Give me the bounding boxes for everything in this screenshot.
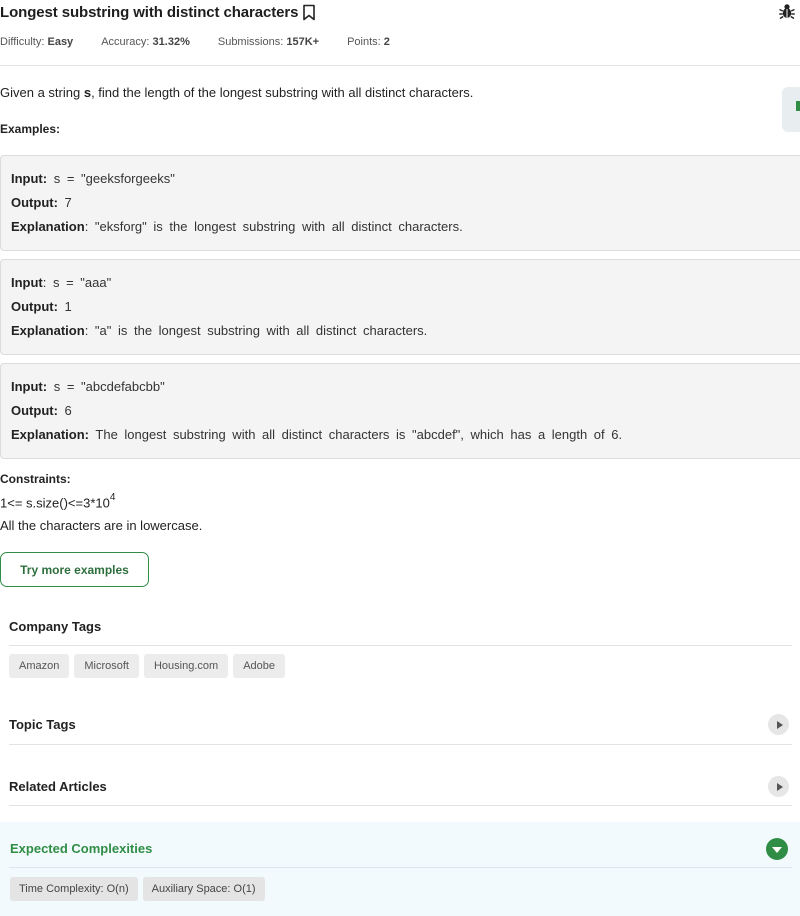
chevron-right-icon xyxy=(776,782,783,791)
bookmark-icon[interactable] xyxy=(302,4,316,21)
related-articles-heading[interactable]: Related Articles xyxy=(9,779,107,794)
chevron-right-icon xyxy=(776,720,783,729)
problem-meta: Difficulty: Easy Accuracy: 31.32% Submis… xyxy=(0,36,418,48)
topic-tags-expand-icon[interactable] xyxy=(768,714,789,735)
related-articles-expand-icon[interactable] xyxy=(768,776,789,797)
company-tag[interactable]: Microsoft xyxy=(74,654,139,678)
divider xyxy=(9,805,792,806)
example-box: Input: s = "aaa" Output: 1 Explanation: … xyxy=(0,259,800,355)
expected-complexities-panel: Expected Complexities Time Complexity: O… xyxy=(0,822,800,916)
title-row: Longest substring with distinct characte… xyxy=(0,0,316,24)
points-meta: Points: 2 xyxy=(347,36,390,48)
example-input: Input: s = "geeksforgeeks" xyxy=(11,171,175,186)
example-output: Output: 1 xyxy=(11,299,72,314)
bug-icon[interactable] xyxy=(778,2,796,20)
example-box: Input: s = "abcdefabcbb" Output: 6 Expla… xyxy=(0,363,800,459)
company-tags-list: Amazon Microsoft Housing.com Adobe xyxy=(9,654,290,678)
constraints-heading: Constraints: xyxy=(0,472,71,486)
submissions-meta: Submissions: 157K+ xyxy=(217,36,320,48)
chevron-down-icon xyxy=(772,847,782,853)
divider xyxy=(9,744,792,745)
examples-heading: Examples: xyxy=(0,122,61,136)
divider xyxy=(9,645,792,646)
company-tags-heading: Company Tags xyxy=(9,619,102,634)
time-complexity-tag: Time Complexity: O(n) xyxy=(10,877,138,901)
company-tag[interactable]: Adobe xyxy=(233,654,285,678)
topic-tags-heading[interactable]: Topic Tags xyxy=(9,717,76,732)
expected-complexities-heading[interactable]: Expected Complexities xyxy=(10,841,152,856)
side-panel-tab[interactable] xyxy=(782,87,800,132)
example-input: Input: s = "aaa" xyxy=(11,275,112,290)
difficulty-meta: Difficulty: Easy xyxy=(0,36,74,48)
problem-statement: Given a string s, find the length of the… xyxy=(0,85,474,100)
example-output: Output: 6 xyxy=(11,403,72,418)
divider xyxy=(9,867,792,868)
accuracy-meta: Accuracy: 31.32% xyxy=(101,36,190,48)
try-more-examples-button[interactable]: Try more examples xyxy=(0,552,149,587)
example-output: Output: 7 xyxy=(11,195,72,210)
constraint-size: 1<= s.size()<=3*104 xyxy=(0,492,116,511)
problem-title: Longest substring with distinct characte… xyxy=(0,3,299,21)
side-tab-marker xyxy=(796,101,800,111)
example-explanation: Explanation: The longest substring with … xyxy=(11,427,623,442)
complexity-tags: Time Complexity: O(n) Auxiliary Space: O… xyxy=(10,877,270,901)
space-complexity-tag: Auxiliary Space: O(1) xyxy=(142,877,265,901)
example-box: Input: s = "geeksforgeeks" Output: 7 Exp… xyxy=(0,155,800,251)
example-explanation: Explanation: "a" is the longest substrin… xyxy=(11,323,428,338)
company-tag[interactable]: Amazon xyxy=(9,654,70,678)
example-explanation: Explanation: "eksforg" is the longest su… xyxy=(11,219,463,234)
constraint-lowercase: All the characters are in lowercase. xyxy=(0,518,203,533)
problem-header: Longest substring with distinct characte… xyxy=(0,0,800,66)
example-input: Input: s = "abcdefabcbb" xyxy=(11,379,165,394)
collapse-complexities-icon[interactable] xyxy=(766,838,788,860)
company-tag[interactable]: Housing.com xyxy=(143,654,229,678)
